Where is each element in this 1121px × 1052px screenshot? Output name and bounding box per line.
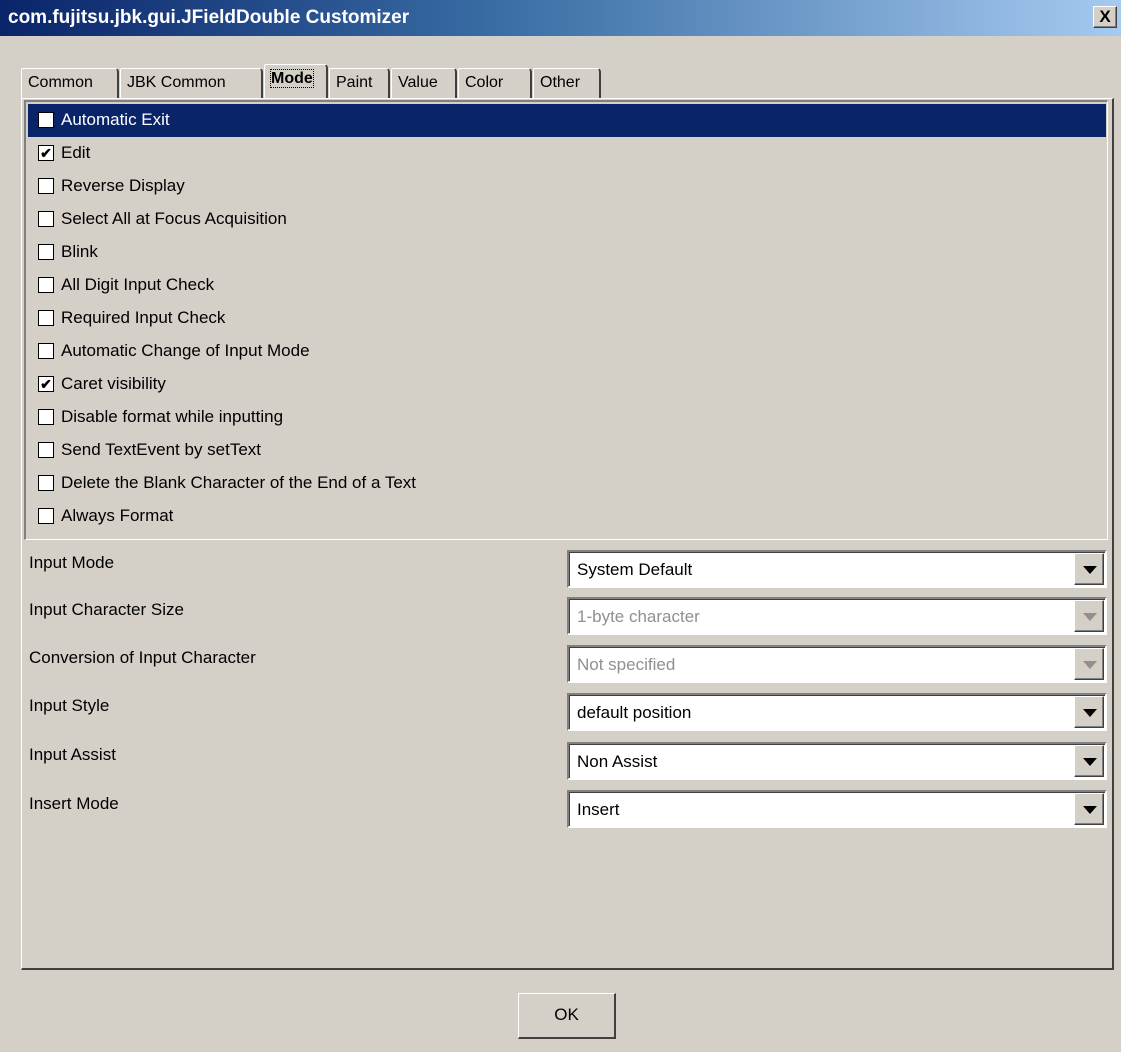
tab-color[interactable]: Color (458, 68, 532, 98)
checkbox[interactable] (38, 508, 54, 524)
tab-value[interactable]: Value (391, 68, 457, 98)
checkbox-checked[interactable]: ✔ (38, 376, 54, 392)
option-label: All Digit Input Check (61, 275, 215, 294)
input-style-label: Input Style (29, 696, 110, 715)
tab-label: Color (465, 74, 504, 91)
option-label: Edit (61, 143, 91, 162)
tab-mode[interactable]: Mode (264, 64, 328, 98)
option-always-format[interactable]: Always Format (28, 500, 1106, 533)
option-label: Delete the Blank Character of the End of… (61, 473, 417, 492)
option-label: Select All at Focus Acquisition (61, 209, 287, 228)
select-value: Non Assist (577, 752, 658, 771)
option-blink[interactable]: Blink (28, 236, 1106, 269)
tab-label: Common (28, 74, 93, 91)
option-caret-visibility[interactable]: ✔ Caret visibility (28, 368, 1106, 401)
tab-label: Mode (270, 69, 314, 88)
option-label: Automatic Exit (61, 110, 170, 129)
input-assist-select[interactable]: Non Assist (567, 742, 1107, 780)
checkbox-checked[interactable]: ✔ (38, 145, 54, 161)
checkbox[interactable] (38, 211, 54, 227)
insert-mode-select[interactable]: Insert (567, 790, 1107, 828)
chevron-down-icon[interactable] (1074, 553, 1104, 585)
select-value: default position (577, 703, 692, 722)
option-automatic-exit[interactable]: Automatic Exit (28, 104, 1106, 137)
tab-other[interactable]: Other (533, 68, 601, 98)
option-send-textevent[interactable]: Send TextEvent by setText (28, 434, 1106, 467)
tab-label: Paint (336, 74, 373, 91)
option-label: Disable format while inputting (61, 407, 284, 426)
tab-label: JBK Common (127, 74, 226, 91)
chevron-down-icon (1074, 648, 1104, 680)
select-value: 1-byte character (577, 607, 700, 626)
ok-button[interactable]: OK (518, 993, 616, 1039)
option-all-digit-input-check[interactable]: All Digit Input Check (28, 269, 1106, 302)
checkbox[interactable] (38, 475, 54, 491)
conversion-input-character-select: Not specified (567, 645, 1107, 683)
checkbox[interactable] (38, 343, 54, 359)
option-label: Caret visibility (61, 374, 166, 393)
tab-jbk-common[interactable]: JBK Common (120, 68, 263, 98)
tab-label: Other (540, 74, 581, 91)
option-label: Reverse Display (61, 176, 185, 195)
chevron-down-icon[interactable] (1074, 696, 1104, 728)
input-assist-label: Input Assist (29, 745, 116, 764)
tab-label: Value (398, 74, 438, 91)
checkbox[interactable] (38, 244, 54, 260)
mode-options-list: Automatic Exit ✔ Edit Reverse Display Se… (24, 100, 1108, 540)
input-style-select[interactable]: default position (567, 693, 1107, 731)
conversion-input-character-label: Conversion of Input Character (29, 648, 256, 667)
chevron-down-icon (1074, 600, 1104, 632)
chevron-down-icon[interactable] (1074, 745, 1104, 777)
insert-mode-label: Insert Mode (29, 794, 119, 813)
option-select-all-focus[interactable]: Select All at Focus Acquisition (28, 203, 1106, 236)
input-character-size-select: 1-byte character (567, 597, 1107, 635)
checkbox[interactable] (38, 112, 54, 128)
chevron-down-icon[interactable] (1074, 793, 1104, 825)
select-value: System Default (577, 560, 693, 579)
select-value: Not specified (577, 655, 676, 674)
option-label: Send TextEvent by setText (61, 440, 262, 459)
select-value: Insert (577, 800, 620, 819)
tab-common[interactable]: Common (21, 68, 119, 98)
option-label: Always Format (61, 506, 174, 525)
checkbox[interactable] (38, 442, 54, 458)
option-delete-blank-char[interactable]: Delete the Blank Character of the End of… (28, 467, 1106, 500)
input-character-size-label: Input Character Size (29, 600, 184, 619)
option-label: Automatic Change of Input Mode (61, 341, 310, 360)
title-bar: com.fujitsu.jbk.gui.JFieldDouble Customi… (0, 0, 1121, 36)
option-disable-format-inputting[interactable]: Disable format while inputting (28, 401, 1106, 434)
window-title: com.fujitsu.jbk.gui.JFieldDouble Customi… (8, 7, 410, 28)
option-edit[interactable]: ✔ Edit (28, 137, 1106, 170)
option-auto-change-input-mode[interactable]: Automatic Change of Input Mode (28, 335, 1106, 368)
checkbox[interactable] (38, 310, 54, 326)
input-mode-label: Input Mode (29, 553, 115, 572)
close-button[interactable]: X (1093, 6, 1117, 28)
option-reverse-display[interactable]: Reverse Display (28, 170, 1106, 203)
checkbox[interactable] (38, 277, 54, 293)
input-mode-select[interactable]: System Default (567, 550, 1107, 588)
option-required-input-check[interactable]: Required Input Check (28, 302, 1106, 335)
checkbox[interactable] (38, 178, 54, 194)
checkbox[interactable] (38, 409, 54, 425)
option-label: Required Input Check (61, 308, 226, 327)
option-label: Blink (61, 242, 98, 261)
tab-paint[interactable]: Paint (329, 68, 390, 98)
